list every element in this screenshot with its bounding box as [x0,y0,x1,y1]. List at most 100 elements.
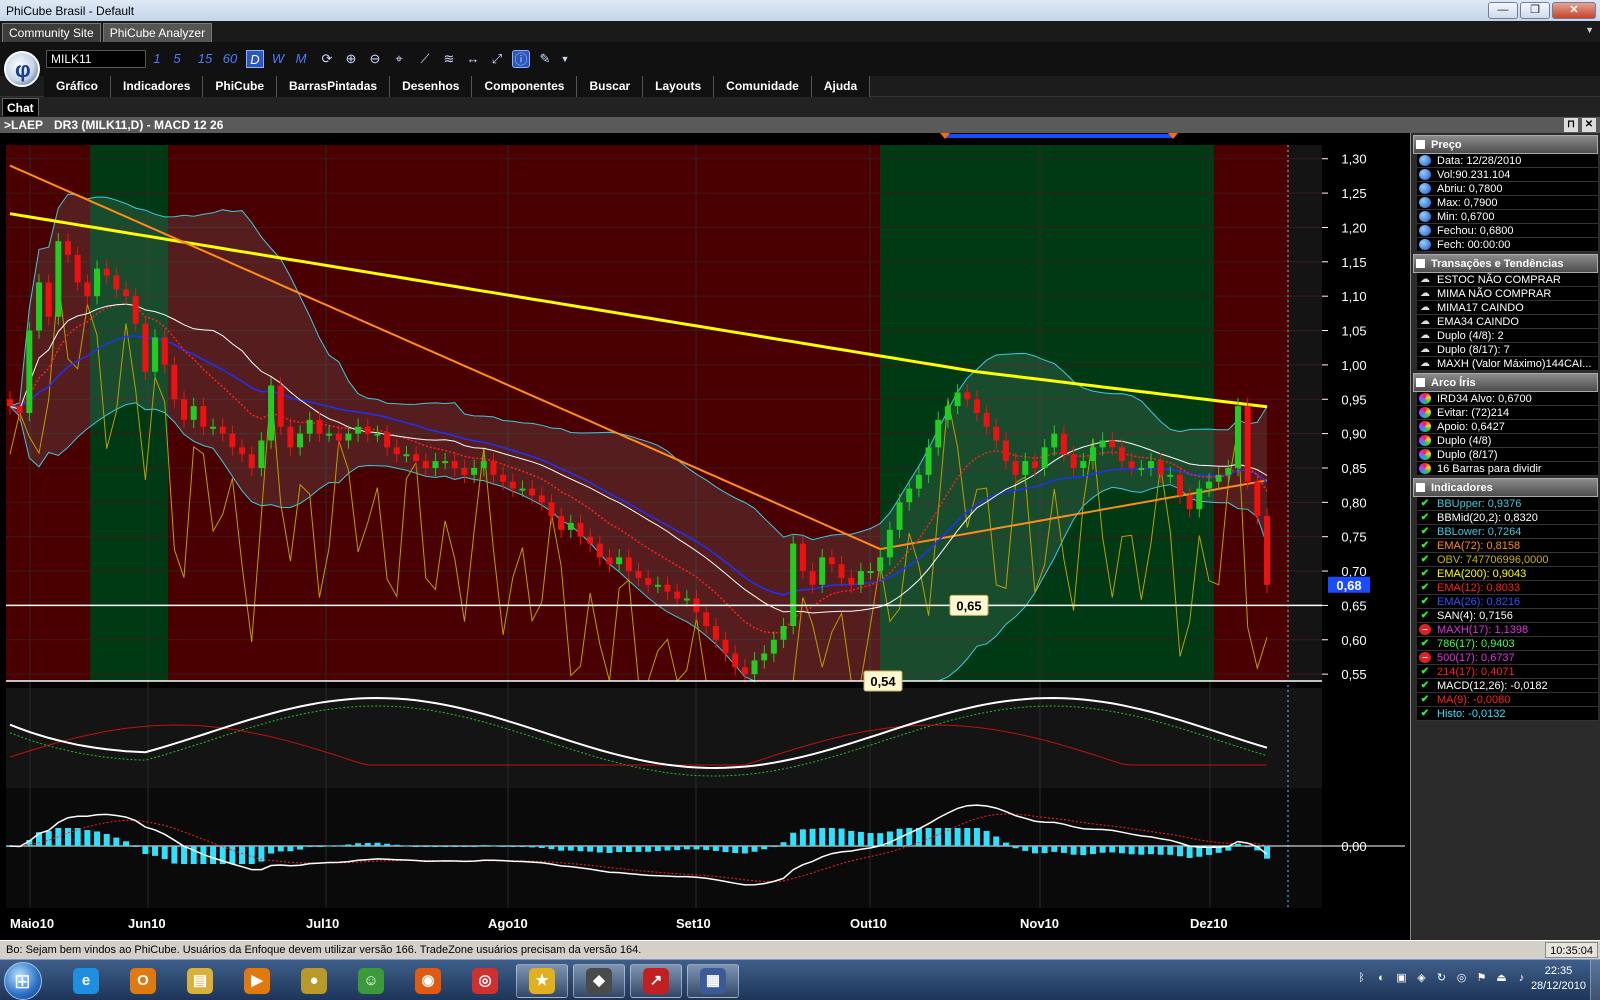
candle-body[interactable] [1147,461,1154,468]
candle-body[interactable] [732,653,739,668]
price-chart[interactable]: 0,65 0,54 1,30 1,25 1,20 1,15 1,10 1,05 1,00 0,95… [0,133,1410,940]
candle-body[interactable] [1215,474,1222,482]
panel-item[interactable]: ✔ EMA(72): 0,8158 [1417,539,1598,553]
panel-section-header[interactable]: Indicadores [1413,478,1598,497]
minimize-button[interactable]: — [1488,2,1518,19]
panel-item[interactable]: ✔ EMA(12): 0,8033 [1417,581,1598,595]
panel-item[interactable]: ✔ SAN(4): 0,7156 [1417,609,1598,623]
panel-item[interactable]: Fechou: 0,6800 [1417,224,1598,238]
period-60-button[interactable]: 60 [219,50,241,68]
candle-body[interactable] [529,488,536,496]
candle-body[interactable] [993,426,1000,441]
panel-item[interactable]: ✔ MACD(12,26): -0,0182 [1417,679,1598,693]
panel-item[interactable]: ✔ BBMid(20,2): 0,8320 [1417,511,1598,525]
candle-body[interactable] [654,584,661,587]
menu-componentes[interactable]: Componentes [472,76,578,97]
chart-link-label[interactable]: >LAEP [4,117,43,133]
diagonal-line-icon[interactable]: ⤢ [488,50,506,68]
candle-body[interactable] [674,591,681,599]
candle-body[interactable] [828,557,835,565]
menu-grafico[interactable]: Gráfico [44,76,112,97]
candle-body[interactable] [161,337,168,365]
zoom-in-icon[interactable]: ⊕ [342,50,360,68]
candle-body[interactable] [1109,440,1116,448]
panel-item[interactable]: Apoio: 0,6427 [1417,420,1598,434]
taskbar-firefox[interactable]: ◉ [402,964,454,998]
close-icon[interactable]: ✕ [1582,118,1596,132]
candle-body[interactable] [915,474,922,489]
panel-item[interactable]: Abriu: 0,7800 [1417,182,1598,196]
candle-body[interactable] [983,413,990,427]
period-w-button[interactable]: W [269,50,287,68]
taskbar-messenger[interactable]: ☺ [345,964,397,998]
candle-body[interactable] [519,488,526,491]
candle-body[interactable] [683,598,690,601]
candle-body[interactable] [55,241,62,317]
panel-item[interactable]: Data: 12/28/2010 [1417,154,1598,168]
menu-phicube[interactable]: PhiCube [203,76,278,97]
candle-body[interactable] [461,467,468,475]
candle-body[interactable] [664,584,671,592]
candle-body[interactable] [297,433,304,448]
candle-body[interactable] [1138,467,1145,470]
candle-body[interactable] [471,467,478,475]
panel-item[interactable]: Duplo (8/17) [1417,448,1598,462]
candle-body[interactable] [113,275,120,290]
candle-body[interactable] [509,481,516,489]
candle-body[interactable] [1128,461,1135,468]
candle-body[interactable] [925,447,932,475]
panel-item[interactable]: ✔ 786(17): 0,9403 [1417,637,1598,651]
candle-body[interactable] [171,364,178,400]
candle-body[interactable] [36,282,43,331]
monitor-icon[interactable]: ▣ [1393,970,1410,987]
candle-body[interactable] [219,426,226,434]
candle-body[interactable] [103,268,110,276]
panel-item[interactable]: ✔ OBV: 747706996,0000 [1417,553,1598,567]
edit-icon[interactable]: ✎ [536,50,554,68]
restore-button[interactable]: ❐ [1520,2,1550,19]
panel-item[interactable]: – MAXH(17): 1,1398 [1417,623,1598,637]
tab-phicube-analyzer[interactable]: PhiCube Analyzer [102,23,213,42]
candle-body[interactable] [645,577,652,585]
candle-body[interactable] [268,385,275,441]
candle-body[interactable] [432,461,439,468]
candle-body[interactable] [538,495,545,503]
menu-indicadores[interactable]: Indicadores [111,76,204,97]
panel-item[interactable]: IRD34 Alvo: 0,6700 [1417,392,1598,406]
candle-body[interactable] [896,502,903,530]
candle-body[interactable] [123,289,130,297]
panel-item[interactable]: ✔ BBUpper: 0,9376 [1417,497,1598,511]
candle-body[interactable] [181,399,188,420]
candle-body[interactable] [548,502,555,517]
candle-body[interactable] [345,433,352,441]
candle-body[interactable] [935,419,942,448]
panel-item[interactable]: ☁ MAXH (Valor Máximo)144CAI... [1417,357,1598,371]
chat-tab[interactable]: Chat [2,98,39,116]
collapse-icon[interactable] [1416,378,1425,387]
trend-line-icon[interactable]: ⟋ [416,50,434,68]
candle-body[interactable] [442,461,449,464]
candle-body[interactable] [973,399,980,413]
candle-body[interactable] [1254,481,1261,517]
candle-body[interactable] [819,557,826,585]
fib-icon[interactable]: ≋ [440,50,458,68]
candle-body[interactable] [413,454,420,462]
candle-body[interactable] [751,660,758,675]
tab-community-site[interactable]: Community Site [2,23,101,42]
menu-buscar[interactable]: Buscar [577,76,644,97]
panel-item[interactable]: Min: 0,6700 [1417,210,1598,224]
candle-body[interactable] [190,406,197,420]
candle-body[interactable] [741,667,748,675]
candle-body[interactable] [132,296,139,324]
panel-item[interactable]: Fech: 00:00:00 [1417,238,1598,252]
candle-body[interactable] [239,447,246,455]
menu-ajuda[interactable]: Ajuda [812,76,871,97]
candle-body[interactable] [780,626,787,640]
taskbar-chrome[interactable]: ◎ [459,964,511,998]
taskbar-outlook[interactable]: O [117,964,169,998]
pin-icon[interactable]: ⌖ [390,50,408,68]
horizontal-line-icon[interactable]: ↔ [464,50,482,68]
candle-body[interactable] [393,447,400,455]
candle-body[interactable] [1176,474,1183,496]
candle-body[interactable] [1167,474,1174,477]
